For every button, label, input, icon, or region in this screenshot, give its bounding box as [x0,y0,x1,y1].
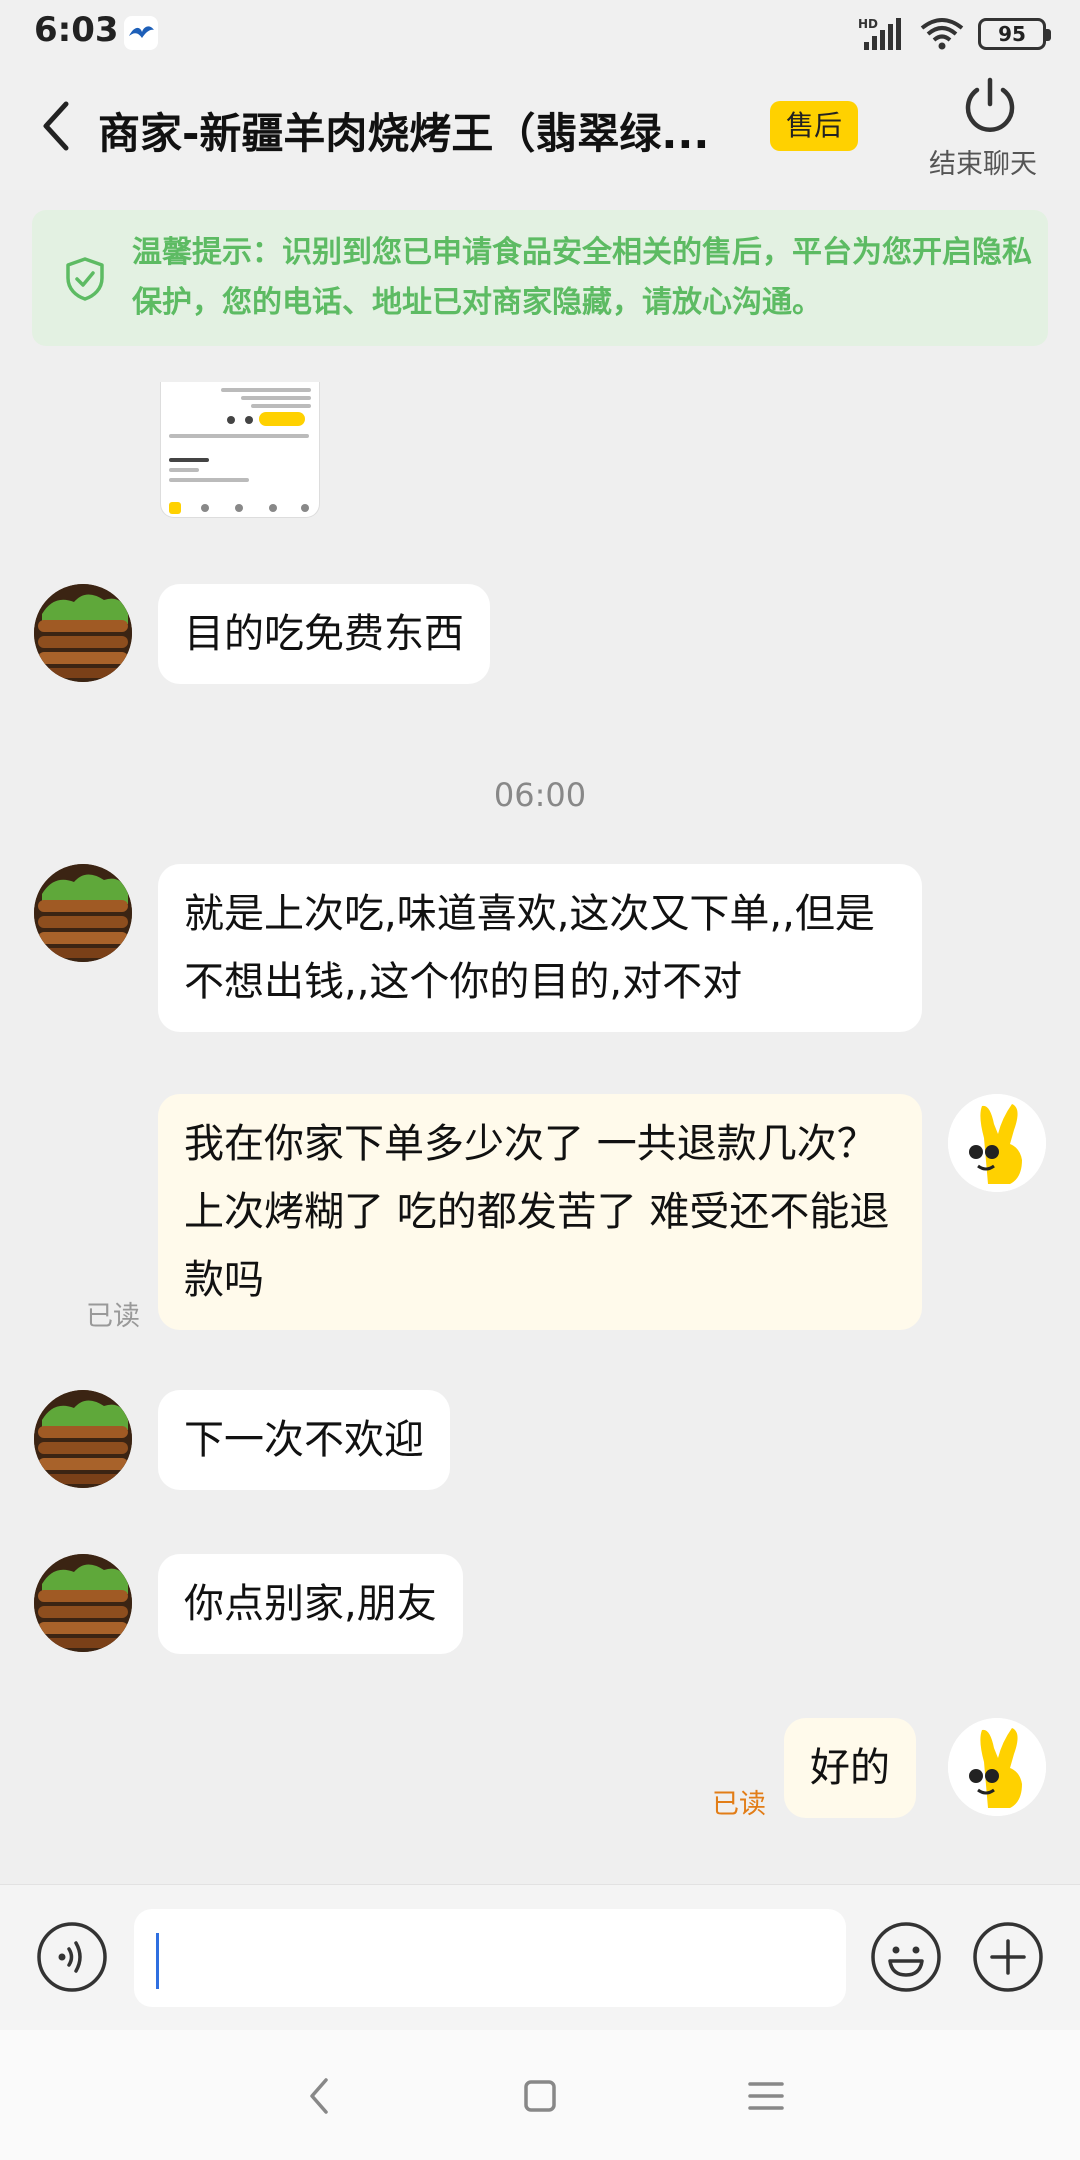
voice-input-icon[interactable] [36,1921,108,1993]
system-navigation-bar [0,2030,1080,2160]
battery-level: 95 [998,22,1026,46]
end-chat-button[interactable]: 结束聊天 [929,74,1050,181]
read-receipt: 已读 [86,1301,140,1332]
message-bubble-merchant[interactable]: 下一次不欢迎 [158,1390,450,1490]
nav-recents-icon[interactable] [746,2076,786,2116]
chat-header: 商家-新疆羊肉烧烤王（翡翠绿... 售后 结束聊天 [0,66,1080,190]
user-avatar[interactable] [948,1094,1046,1192]
time-separator: 06:00 [493,776,587,814]
nav-back-icon[interactable] [300,2074,340,2118]
message-bubble-user[interactable]: 我在你家下单多少次了 一共退款几次？上次烤糊了 吃的都发苦了 难受还不能退款吗 [158,1094,922,1330]
merchant-avatar[interactable] [34,864,132,962]
shared-screenshot-thumbnail[interactable] [160,382,320,518]
chat-messages[interactable]: 目的吃免费东西 06:00 就是上次吃,味道喜欢,这次又下单,,但是不想出钱,,… [0,382,1080,1882]
user-avatar[interactable] [948,1718,1046,1816]
shield-check-icon [66,257,104,301]
back-arrow-icon[interactable] [36,96,76,156]
message-input-bar [0,1884,1080,2030]
nav-home-icon[interactable] [520,2076,560,2116]
battery-indicator: 95 [978,18,1051,50]
merchant-avatar[interactable] [34,1390,132,1488]
emoji-icon[interactable] [870,1921,942,1993]
after-sale-badge[interactable]: 售后 [770,101,859,151]
page-title: 商家-新疆羊肉烧烤王（翡翠绿... [98,109,710,158]
message-bubble-merchant[interactable]: 目的吃免费东西 [158,584,490,684]
text-cursor [156,1933,159,1989]
status-bar: 6:03 HD 95 [0,0,1080,66]
app-notification-icon [124,16,158,50]
privacy-notice: 温馨提示：识别到您已申请食品安全相关的售后，平台为您开启隐私保护，您的电话、地址… [32,210,1048,346]
wifi-icon [920,18,964,50]
message-bubble-user[interactable]: 好的 [784,1718,916,1818]
message-input[interactable] [134,1909,846,2007]
read-receipt: 已读 [712,1789,766,1820]
merchant-avatar[interactable] [34,584,132,682]
plus-icon[interactable] [972,1921,1044,1993]
notice-text: 温馨提示：识别到您已申请食品安全相关的售后，平台为您开启隐私保护，您的电话、地址… [132,235,1032,320]
merchant-avatar[interactable] [34,1554,132,1652]
status-time: 6:03 [34,10,119,50]
power-icon [965,77,1015,132]
signal-icon: HD [858,17,901,50]
message-bubble-merchant[interactable]: 你点别家,朋友 [158,1554,463,1654]
network-label: HD [858,17,878,31]
message-bubble-merchant[interactable]: 就是上次吃,味道喜欢,这次又下单,,但是不想出钱,,这个你的目的,对不对 [158,864,922,1032]
status-icons: HD 95 [858,14,1051,54]
end-chat-label: 结束聊天 [929,149,1037,180]
